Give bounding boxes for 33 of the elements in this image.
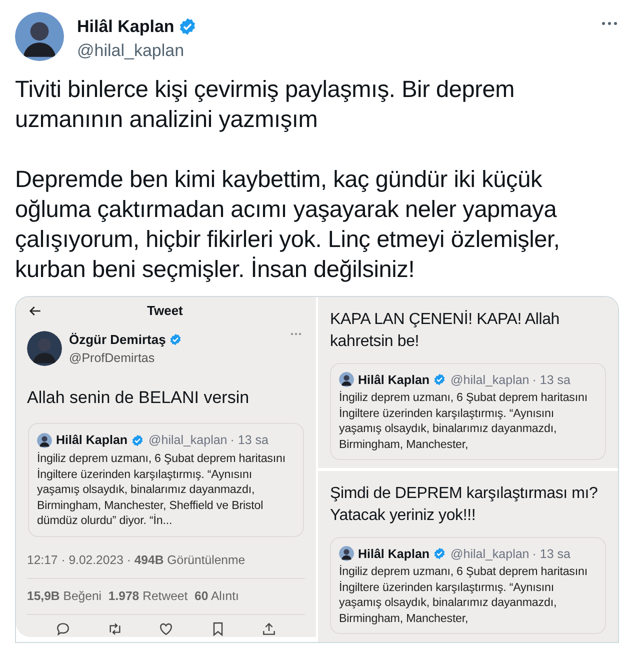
tweet-text: Tiviti binlerce kişi çevirmiş paylaşmış. Bir deprem uzmanının analizini yazmışım Depremde ben kimi kaybettim, kaç gündür iki küçük oğluma çaktırmadan acımı yaşayarak neler yapmaya çalışıyorum, hiçbir fikirleri yok. Linç etmeyi özlemişler, kurban beni seçmişler. İnsan değilsiniz! (15, 74, 561, 284)
quoted-tweet-time: · 13 sa (230, 432, 268, 450)
quoted-author-handle: @hilal_kaplan (148, 432, 228, 450)
avatar-icon (37, 433, 52, 448)
quoted-tweet-time: · 13 sa (532, 372, 570, 388)
quoted-tweet-text: İngiliz deprem uzmanı, 6 Şubat deprem haritasını İngiltere üzerinden karşılaştırmış. “Aynısını yaşamış olsaydık, binalarımız dayanmazdı, Birmingham, Manchester, (339, 390, 588, 452)
tweet-text: KAPA LAN ÇENENİ! KAPA! Allah kahretsin be! (330, 309, 560, 352)
tweet-meta: 12:17 · 9.02.2023 · 494B Görüntülenme (27, 550, 305, 580)
tweet-stats: 15,9B Beğeni 1.978 Retweet 60 Alıntı (27, 579, 305, 614)
heart-icon[interactable] (158, 620, 174, 636)
quoted-author-name: Hilâl Kaplan (358, 546, 430, 563)
screen-title: Tweet (147, 302, 183, 320)
avatar-icon (339, 546, 354, 562)
share-icon[interactable] (261, 620, 277, 636)
quoted-tweet-time: · 13 sa (532, 546, 570, 562)
tweet-text: Şimdi de DEPREM karşılaştırması mı? Yatacak yeriniz yok!!! (330, 484, 599, 526)
author-handle: @hilal_kaplan (77, 40, 186, 62)
quoted-author-name: Hilâl Kaplan (56, 432, 128, 450)
more-icon[interactable] (600, 20, 619, 27)
quoted-author-handle: @hilal_kaplan (450, 546, 530, 563)
tweet-text: Allah senin de BELANI versin (27, 386, 250, 409)
author-handle: @ProfDemirtas (69, 350, 156, 368)
quoted-tweet-text: İngiliz deprem uzmanı, 6 Şubat deprem haritasını İngiltere üzerinden karşılaştırmış. “Aynısını yaşamış olsaydık, binalarımız dayanmazdı, Birmingham, Manchester, Sheffield ve Bristol dümdüz olurdu” diyor. “İn... (37, 451, 286, 529)
avatar-icon (339, 372, 354, 388)
author-name: Özgür Demirtaş (69, 330, 166, 349)
reply-icon[interactable] (55, 620, 71, 636)
quoted-author-name: Hilâl Kaplan (358, 372, 430, 389)
author-name: Hilâl Kaplan (77, 16, 174, 38)
retweet-icon[interactable] (106, 620, 122, 636)
quoted-author-handle: @hilal_kaplan (450, 372, 530, 389)
avatar-icon (15, 12, 64, 61)
quoted-tweet-text: İngiliz deprem uzmanı, 6 Şubat deprem haritasını İngiltere üzerinden karşılaştırmış. “Aynısını yaşamış olsaydık, binalarımız dayanmazdı, Birmingham, Manchester, (339, 564, 588, 626)
avatar-icon (27, 331, 62, 366)
